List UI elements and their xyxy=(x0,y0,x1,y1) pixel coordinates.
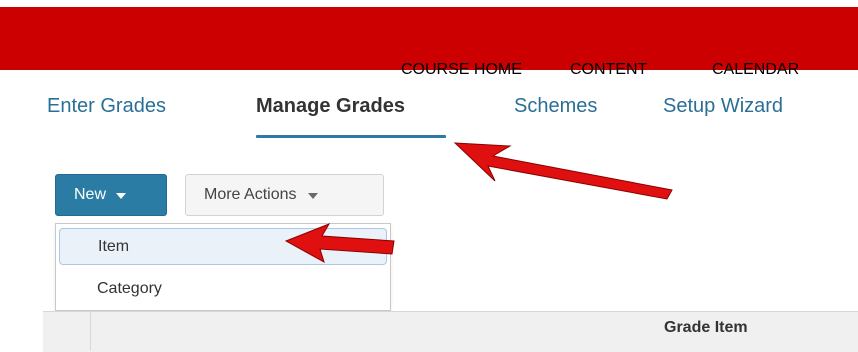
tab-setup-wizard[interactable]: Setup Wizard xyxy=(663,95,783,118)
more-actions-label: More Actions xyxy=(204,186,297,203)
menu-item-category[interactable]: Category xyxy=(59,270,387,307)
menu-item-label: Item xyxy=(98,237,130,255)
menu-item-label: Category xyxy=(97,279,162,297)
new-button[interactable]: New xyxy=(55,174,167,216)
chevron-down-icon xyxy=(308,193,319,199)
top-nav-calendar[interactable]: CALENDAR xyxy=(712,38,799,101)
new-dropdown-menu: Item Category xyxy=(55,223,391,311)
tab-schemes[interactable]: Schemes xyxy=(514,95,597,118)
table-header-grade-item: Grade Item xyxy=(664,319,748,336)
more-actions-button[interactable]: More Actions xyxy=(185,174,384,216)
tab-enter-grades[interactable]: Enter Grades xyxy=(47,95,166,118)
top-nav-course-home[interactable]: COURSE HOME xyxy=(401,38,522,101)
annotation-arrow-manage-grades xyxy=(453,142,673,200)
top-nav-content[interactable]: CONTENT xyxy=(570,38,647,101)
tab-manage-grades[interactable]: Manage Grades xyxy=(256,95,405,118)
table-column-divider xyxy=(90,311,91,351)
active-tab-underline xyxy=(256,135,446,138)
menu-item-item[interactable]: Item xyxy=(59,228,387,265)
new-button-label: New xyxy=(74,186,107,203)
chevron-down-icon xyxy=(116,193,127,199)
top-nav-bar: COURSE HOME CONTENT CALENDAR xyxy=(0,7,858,78)
